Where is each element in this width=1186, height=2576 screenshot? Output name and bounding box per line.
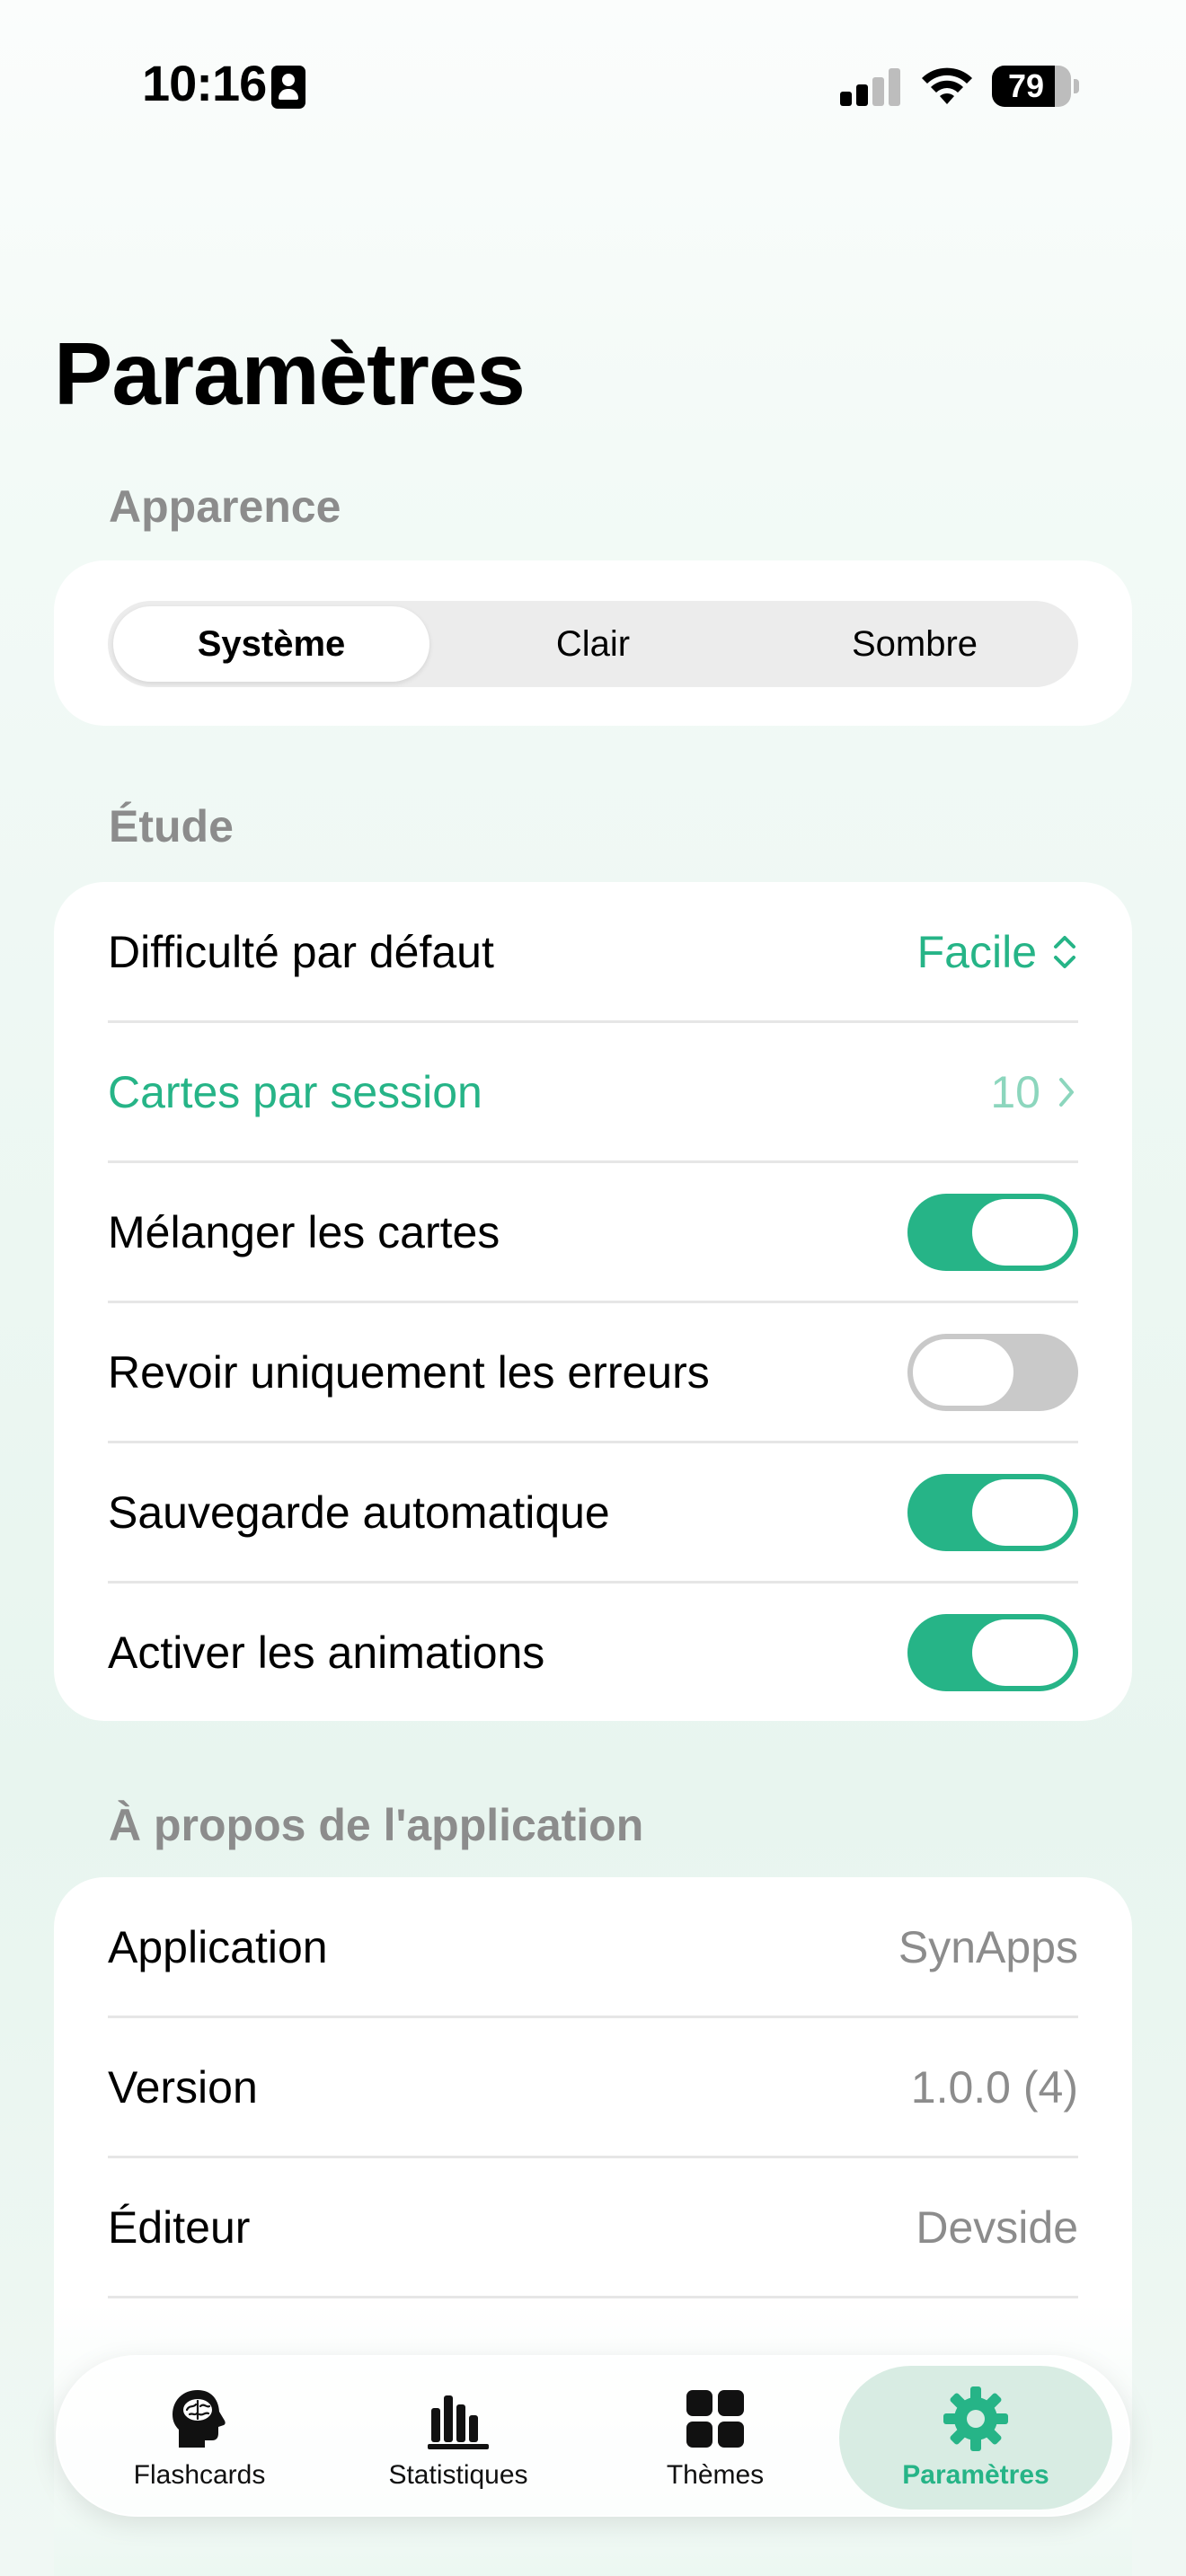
- app-name-value: SynApps: [898, 1922, 1078, 1972]
- version-value: 1.0.0 (4): [910, 2062, 1078, 2113]
- autosave-row: Sauvegarde automatique: [54, 1442, 1132, 1583]
- tab-themes[interactable]: Thèmes: [588, 2357, 843, 2519]
- tab-label: Flashcards: [133, 2460, 266, 2490]
- chevron-up-down-icon: [1054, 936, 1075, 968]
- autosave-label: Sauvegarde automatique: [108, 1487, 610, 1538]
- tab-label: Paramètres: [902, 2460, 1049, 2490]
- tab-label: Thèmes: [666, 2460, 765, 2490]
- publisher-label: Éditeur: [108, 2202, 251, 2253]
- segment-light[interactable]: Clair: [435, 606, 751, 682]
- battery-icon: 79: [992, 66, 1071, 107]
- page-title: Paramètres: [54, 324, 526, 423]
- errors-only-row: Revoir uniquement les erreurs: [54, 1302, 1132, 1442]
- difficulty-row[interactable]: Difficulté par défaut Facile: [54, 882, 1132, 1022]
- segment-dark[interactable]: Sombre: [757, 606, 1073, 682]
- tab-settings[interactable]: Paramètres: [839, 2366, 1112, 2510]
- animations-label: Activer les animations: [108, 1628, 545, 1678]
- errors-only-label: Revoir uniquement les erreurs: [108, 1347, 710, 1398]
- publisher-value: Devside: [916, 2202, 1078, 2253]
- bar-chart-icon: [428, 2395, 489, 2449]
- wifi-icon: [922, 67, 972, 104]
- brain-head-icon: [173, 2390, 226, 2448]
- appearance-card: Système Clair Sombre: [54, 560, 1132, 726]
- animations-row: Activer les animations: [54, 1583, 1132, 1723]
- section-header-appearance: Apparence: [109, 481, 341, 532]
- app-name-label: Application: [108, 1922, 328, 1972]
- chevron-right-icon: [1059, 1078, 1074, 1107]
- shuffle-toggle[interactable]: [907, 1194, 1078, 1271]
- divider: [108, 2296, 1078, 2298]
- tab-label: Statistiques: [388, 2460, 528, 2490]
- version-row: Version 1.0.0 (4): [54, 2017, 1132, 2157]
- shuffle-label: Mélanger les cartes: [108, 1207, 500, 1257]
- animations-toggle[interactable]: [907, 1614, 1078, 1691]
- appearance-segmented-control: Système Clair Sombre: [108, 601, 1078, 687]
- tab-flashcards[interactable]: Flashcards: [72, 2357, 327, 2519]
- battery-level: 79: [1007, 67, 1045, 104]
- publisher-row: Éditeur Devside: [54, 2157, 1132, 2298]
- cards-per-session-row[interactable]: Cartes par session 10: [54, 1022, 1132, 1162]
- cards-per-session-label: Cartes par session: [108, 1067, 482, 1117]
- segment-system[interactable]: Système: [113, 606, 429, 682]
- app-name-row: Application SynApps: [54, 1877, 1132, 2017]
- section-header-about: À propos de l'application: [109, 1800, 644, 1850]
- errors-only-toggle[interactable]: [907, 1334, 1078, 1411]
- status-bar: 10:16 79: [0, 0, 1186, 171]
- version-label: Version: [108, 2062, 258, 2113]
- status-time: 10:16: [142, 55, 267, 111]
- section-header-study: Étude: [109, 801, 234, 851]
- contact-card-icon: [271, 66, 305, 109]
- tab-statistics[interactable]: Statistiques: [331, 2357, 586, 2519]
- tab-bar: Flashcards Statistiques Thèmes Paramètre…: [56, 2355, 1130, 2517]
- grid-icon: [686, 2390, 744, 2448]
- cellular-signal-icon: [840, 68, 901, 106]
- difficulty-value[interactable]: Facile: [917, 926, 1037, 978]
- battery-cap: [1074, 79, 1079, 93]
- study-card: Difficulté par défaut Facile Cartes par …: [54, 882, 1132, 1721]
- gear-icon: [943, 2386, 1008, 2451]
- difficulty-label: Difficulté par défaut: [108, 927, 494, 977]
- autosave-toggle[interactable]: [907, 1474, 1078, 1551]
- shuffle-row: Mélanger les cartes: [54, 1162, 1132, 1302]
- cards-per-session-value: 10: [990, 1067, 1040, 1117]
